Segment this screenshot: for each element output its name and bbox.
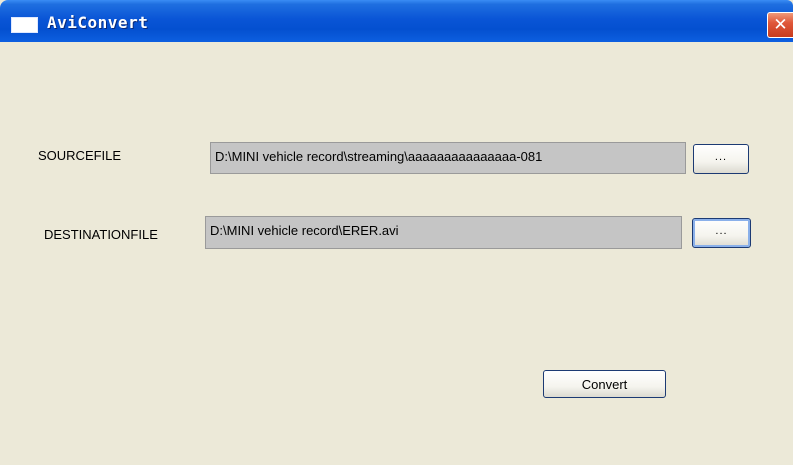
convert-button-label: Convert <box>581 376 628 392</box>
source-file-field[interactable]: D:\MINI vehicle record\streaming\aaaaaaa… <box>210 142 686 174</box>
destination-file-field[interactable]: D:\MINI vehicle record\ERER.avi <box>205 216 682 249</box>
destination-browse-button[interactable]: ... <box>692 218 751 248</box>
destination-browse-label: ... <box>715 225 728 237</box>
window-title: AviConvert <box>47 13 149 32</box>
source-file-label: SOURCEFILE <box>38 148 122 163</box>
close-button[interactable]: ✕ <box>767 12 793 38</box>
destination-file-label: DESTINATIONFILE <box>44 227 158 242</box>
close-icon: ✕ <box>773 14 788 35</box>
aviconvert-window: AviConvert ✕ SOURCEFILE D:\MINI vehicle … <box>0 0 793 465</box>
app-window-icon <box>11 17 38 33</box>
source-browse-button[interactable]: ... <box>693 144 749 174</box>
source-browse-label: ... <box>714 151 728 163</box>
title-bar[interactable]: AviConvert ✕ <box>0 0 793 42</box>
convert-button[interactable]: Convert <box>543 370 666 398</box>
